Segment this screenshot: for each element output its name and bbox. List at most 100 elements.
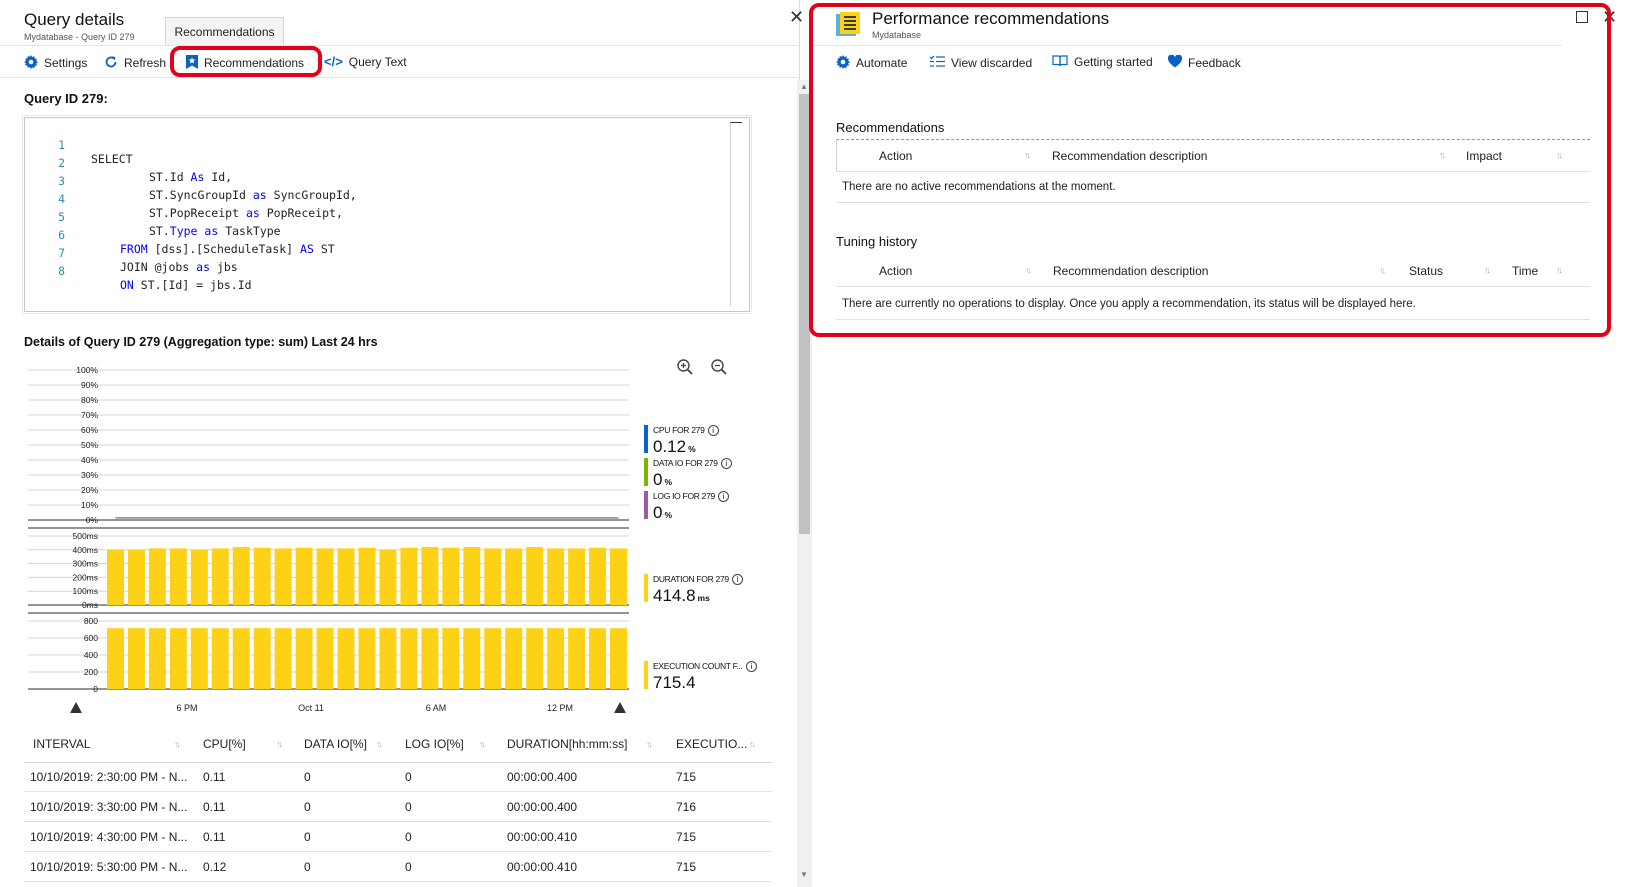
sort-icon[interactable]: ↑↓ [376,728,383,760]
cell-execution: 715 [676,770,697,784]
query-text-button[interactable]: </> Query Text [324,55,407,70]
performance-recommendations-blade: Performance recommendations Mydatabase ✕… [809,0,1631,887]
info-icon[interactable]: i [720,458,732,470]
range-handle-right [614,702,626,713]
chart-bar [505,628,523,689]
chart-bar [547,548,565,605]
settings-label: Settings [44,56,88,70]
chart-bar [379,549,397,605]
x-tick-label: Oct 11 [298,703,324,713]
y-tick-label: 400 [84,650,98,660]
cell-duration: 00:00:00.410 [507,830,578,844]
settings-button[interactable]: Settings [24,55,87,71]
close-icon[interactable]: ✕ [789,8,804,26]
column-header-data-io[interactable]: DATA IO[%] [304,728,367,760]
cell-data-io: 0 [304,800,311,814]
scroll-up-icon[interactable]: ▲ [800,82,808,91]
cell-execution: 715 [676,830,697,844]
editor-scrollbar[interactable] [730,122,742,306]
info-icon[interactable]: i [717,491,729,503]
cell-duration: 00:00:00.410 [507,860,578,874]
y-tick-label: 50% [81,440,98,450]
info-icon[interactable]: i [731,574,743,586]
chart-bar [190,628,208,689]
scroll-down-icon[interactable]: ▼ [800,870,808,879]
code-line: 7 JOIN @jobs as jbs [58,246,238,274]
table-row[interactable]: 10/10/2019: 4:30:00 PM - N... 0.11 0 0 0… [24,822,772,852]
cell-cpu: 0.11 [203,800,226,814]
chart-bar [232,547,250,605]
refresh-icon [104,55,118,71]
y-tick-label: 70% [81,410,98,420]
chart-bar [442,547,460,605]
chart-bar [190,549,208,605]
column-header-duration[interactable]: DURATION[hh:mm:ss] [507,728,627,760]
column-header-cpu[interactable]: CPU[%] [203,728,246,760]
y-tick-label: 200 [84,667,98,677]
chart-bar [442,628,460,689]
chart-bar [358,628,376,689]
chart-bar [379,628,397,689]
code-line: 5 ST.Type as TaskType [58,210,281,238]
table-row[interactable]: 10/10/2019: 5:30:00 PM - N... 0.12 0 0 0… [24,852,772,882]
legend-label: CPU FOR 279 [653,425,705,435]
gear-icon [24,55,39,71]
range-handle-left [70,702,82,713]
cell-duration: 00:00:00.400 [507,800,578,814]
code-line: 8 ON ST.[Id] = jbs.Id [58,264,252,292]
chart-bar [169,548,187,605]
sort-icon[interactable]: ↑↓ [479,728,486,760]
column-header-execution[interactable]: EXECUTIO... [676,728,747,760]
y-tick-label: 20% [81,485,98,495]
chart-bar [400,547,418,605]
table-row[interactable]: 10/10/2019: 3:30:00 PM - N... 0.11 0 0 0… [24,792,772,822]
chart-bar [107,628,124,689]
table-row[interactable]: 10/10/2019: 2:30:00 PM - N... 0.11 0 0 0… [24,762,772,792]
cell-cpu: 0.11 [203,770,226,784]
chart-bar [568,628,586,689]
sort-icon[interactable]: ↑↓ [749,728,756,760]
y-tick-label: 500ms [72,531,98,541]
cell-execution: 716 [676,800,697,814]
tab-recommendations[interactable]: Recommendations [165,17,284,45]
y-tick-label: 800 [84,616,98,626]
legend-value: 0.12 [653,437,687,456]
query-text-editor[interactable]: 1 SELECT 2 ST.Id As Id, 3 ST.SyncGroupId… [22,115,752,314]
chart-bar [127,549,145,605]
chart-bar [421,547,439,605]
code-line: 1 SELECT [58,138,133,166]
info-icon[interactable]: i [745,661,757,673]
column-header-log-io[interactable]: LOG IO[%] [405,728,464,760]
legend-label: LOG IO FOR 279 [653,491,715,501]
y-tick-label: 600 [84,633,98,643]
cell-log-io: 0 [405,800,412,814]
column-header-interval[interactable]: INTERVAL [33,728,91,760]
chart-bar [232,628,250,689]
chart-bar [505,548,523,605]
y-tick-label: 0ms [82,600,98,610]
legend-label: EXECUTION COUNT F... [653,661,743,671]
sort-icon[interactable]: ↑↓ [174,728,181,760]
chart-bar [526,547,544,605]
cell-data-io: 0 [304,770,311,784]
sort-icon[interactable]: ↑↓ [646,728,653,760]
sort-icon[interactable]: ↑↓ [276,728,283,760]
chart-bar [526,628,544,689]
legend-swatch [644,458,648,486]
chart-bar [589,547,607,605]
blade-subtitle: Mydatabase - Query ID 279 [24,32,135,42]
chart-bar [169,628,187,689]
y-tick-label: 30% [81,470,98,480]
chart-bar [337,628,355,689]
info-icon[interactable]: i [707,425,719,437]
y-tick-label: 40% [81,455,98,465]
cell-interval: 10/10/2019: 2:30:00 PM - N... [30,770,188,784]
legend-value: 0 [653,470,663,489]
highlight-recommendations [170,46,322,77]
y-tick-label: 10% [81,500,98,510]
legend-label: DURATION FOR 279 [653,574,729,584]
blade-header: Query details Mydatabase - Query ID 279 [24,10,135,42]
refresh-button[interactable]: Refresh [104,55,166,71]
chart-bar [127,628,145,689]
code-line: 4 ST.PopReceipt as PopReceipt, [58,192,343,220]
